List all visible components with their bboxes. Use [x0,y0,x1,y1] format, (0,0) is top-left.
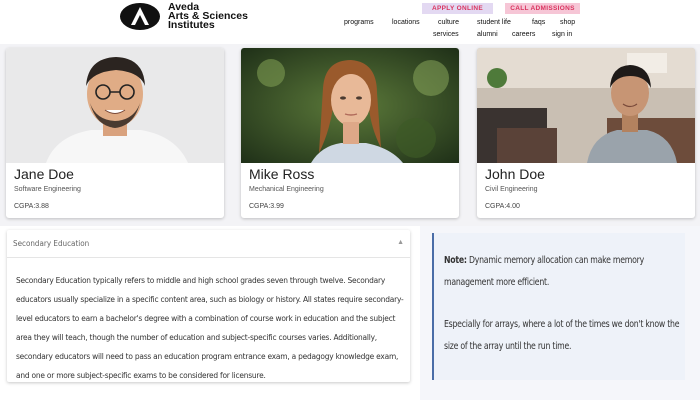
student-card[interactable]: Mike Ross Mechanical Engineering CGPA:3.… [241,48,459,218]
student-department: Civil Engineering [485,186,538,193]
nav-sign-in[interactable]: sign in [552,31,572,38]
nav-culture[interactable]: culture [438,19,459,26]
note-paragraph-1: Note: Dynamic memory allocation can make… [444,250,682,294]
student-name: John Doe [485,166,545,182]
site-header: Aveda Arts & Sciences Institutes APPLY O… [0,0,700,44]
accordion-title: Secondary Education [13,239,90,248]
student-name: Mike Ross [249,166,315,182]
brand-name[interactable]: Aveda Arts & Sciences Institutes [168,2,248,31]
student-photo [6,48,224,163]
apply-online-button[interactable]: APPLY ONLINE [422,3,493,14]
nav-student-life[interactable]: student life [477,19,511,26]
note-box: Note: Dynamic memory allocation can make… [432,233,685,380]
note-label: Note: [444,255,467,266]
brand-line-3: Institutes [168,19,215,31]
note-text-1: Dynamic memory allocation can make memor… [444,255,644,288]
nav-alumni[interactable]: alumni [477,31,498,38]
nav-services[interactable]: services [433,31,459,38]
secondary-education-accordion: Secondary Education ▲ Secondary Educatio… [7,230,410,382]
student-photo [477,48,695,163]
student-card[interactable]: Jane Doe Software Engineering CGPA:3.88 [6,48,224,218]
student-gpa: CGPA:3.88 [14,203,49,210]
student-photo [241,48,459,163]
nav-shop[interactable]: shop [560,19,575,26]
logo-icon[interactable] [120,3,160,30]
accordion-header[interactable]: Secondary Education ▲ [7,230,410,258]
student-department: Software Engineering [14,186,81,193]
student-gpa: CGPA:4.00 [485,203,520,210]
accordion-body: Secondary Education typically refers to … [16,275,404,380]
nav-careers[interactable]: careers [512,31,535,38]
student-department: Mechanical Engineering [249,186,324,193]
nav-locations[interactable]: locations [392,19,420,26]
nav-faqs[interactable]: faqs [532,19,545,26]
nav-programs[interactable]: programs [344,19,374,26]
chevron-up-icon[interactable]: ▲ [397,239,404,246]
call-admissions-button[interactable]: CALL ADMISSIONS [505,3,580,14]
student-gpa: CGPA:3.99 [249,203,284,210]
student-name: Jane Doe [14,166,74,182]
note-paragraph-2: Especially for arrays, where a lot of th… [444,319,680,352]
student-card[interactable]: John Doe Civil Engineering CGPA:4.00 [477,48,695,218]
